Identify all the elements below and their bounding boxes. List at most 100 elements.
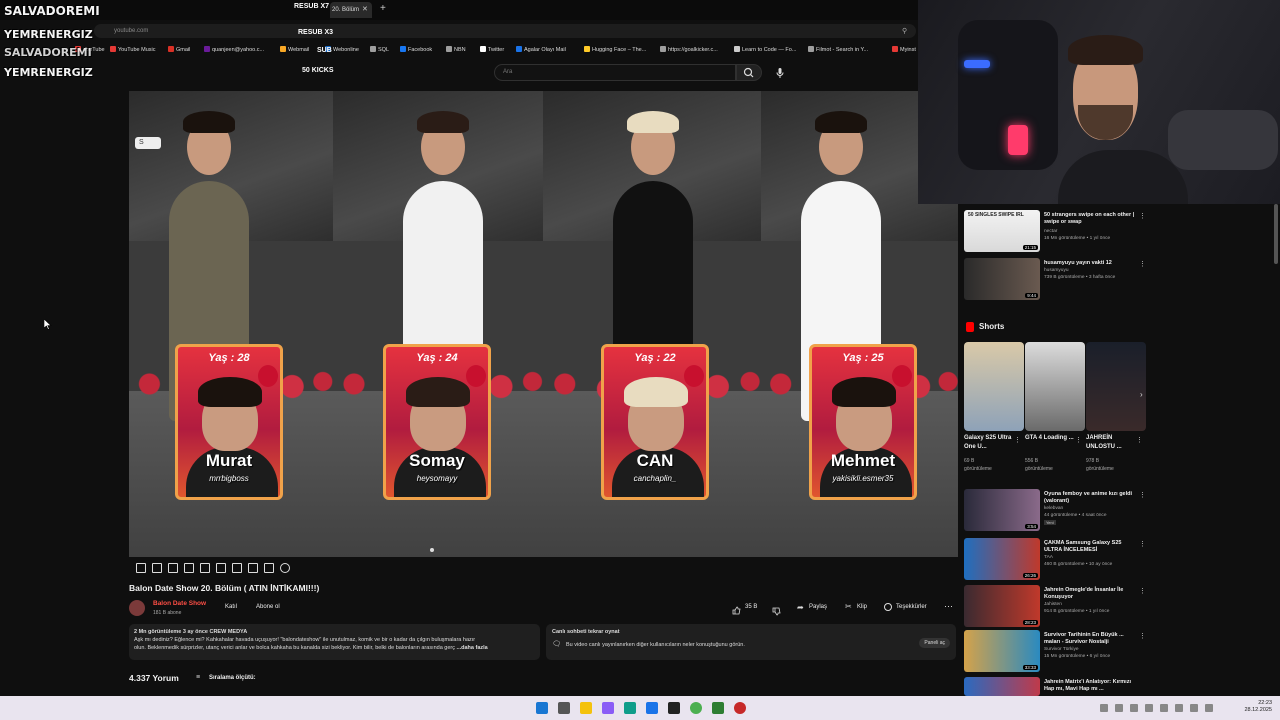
more-options-icon[interactable]: ⋮ [1139, 632, 1146, 640]
channel-name[interactable]: nectar [1044, 229, 1139, 235]
short-title[interactable]: Galaxy S25 Ultra One U... [964, 434, 1019, 452]
battery-icon[interactable] [1175, 704, 1183, 712]
loop-icon[interactable] [136, 563, 146, 573]
edge-icon[interactable] [624, 702, 636, 714]
bookmark-item[interactable]: Agalar Olayı Mail [516, 44, 566, 56]
video-thumbnail[interactable] [964, 677, 1040, 696]
bookmark-item[interactable]: Webmail [280, 44, 309, 56]
bookmark-item[interactable]: Learn to Code — Fo... [734, 44, 796, 56]
thanks-button[interactable]: Teşekkürler [896, 604, 927, 610]
video-thumbnail[interactable]: 9:44 [964, 258, 1040, 300]
network-icon[interactable] [1145, 704, 1153, 712]
bookmark-item[interactable]: YouTube Music [110, 44, 156, 56]
volume-icon[interactable] [1160, 704, 1168, 712]
subscribe-button[interactable]: Abone ol [256, 604, 280, 610]
thanks-icon[interactable] [884, 603, 892, 611]
address-bar[interactable]: youtube.com [94, 24, 916, 38]
share-button[interactable]: Paylaş [809, 604, 827, 610]
channel-avatar[interactable] [129, 600, 145, 616]
more-options-icon[interactable]: ⋮ [1136, 436, 1143, 444]
short-thumbnail[interactable] [1086, 342, 1146, 431]
video-thumbnail[interactable]: 28:23 [964, 585, 1040, 627]
short-title[interactable]: JAHREİN UNLOSTU ... [1086, 434, 1141, 452]
search-input[interactable]: Ara [494, 64, 736, 81]
short-title[interactable]: GTA 4 Loading ... [1025, 434, 1080, 443]
volume-icon[interactable] [152, 563, 162, 573]
miniplayer-icon[interactable] [184, 563, 194, 573]
new-tab-button[interactable]: + [380, 3, 386, 14]
more-options-icon[interactable]: ⋮ [1139, 212, 1146, 220]
close-tab-icon[interactable]: ✕ [362, 5, 368, 13]
store-icon[interactable] [646, 702, 658, 714]
video-title[interactable]: Oyuna femboy ve anime kızı geldi (valora… [1044, 491, 1136, 505]
sort-icon[interactable]: ≡ [196, 674, 200, 681]
more-actions-button[interactable]: ⋯ [944, 601, 953, 612]
dislike-icon[interactable] [772, 603, 781, 621]
bookmark-item[interactable]: Myinst [892, 44, 916, 56]
like-count[interactable]: 35 B [745, 604, 757, 610]
clip-button[interactable]: Klip [857, 604, 867, 610]
bookmark-item[interactable]: Gmail [168, 44, 190, 56]
copilot-icon[interactable] [602, 702, 614, 714]
windows-start-icon[interactable] [536, 702, 548, 714]
bookmark-item[interactable]: quanjeen@yahoo.c... [204, 44, 264, 56]
more-options-icon[interactable]: ⋮ [1014, 436, 1021, 444]
video-thumbnail[interactable]: 50 SINGLES SWIPE IRL 21:15 [964, 210, 1040, 252]
fullscreen-icon[interactable] [216, 563, 226, 573]
next-shorts-icon[interactable]: › [1140, 390, 1143, 399]
more-options-icon[interactable]: ⋮ [1139, 491, 1146, 499]
short-thumbnail[interactable] [964, 342, 1024, 431]
taskbar-clock[interactable]: 22:23 28.12.2025 [1226, 700, 1272, 714]
video-player[interactable]: Yaş : 28 Murat mrrbigboss Yaş : 24 Somay heys… [129, 91, 958, 557]
video-title[interactable]: Jahrein Omegle'de İnsanlar İle Konuşuyor [1044, 587, 1136, 601]
keyboard-icon[interactable] [1205, 704, 1213, 712]
file-explorer-icon[interactable] [580, 702, 592, 714]
obs-icon[interactable] [734, 702, 746, 714]
clip-icon[interactable]: ✂ [845, 602, 852, 611]
terminal-icon[interactable] [712, 702, 724, 714]
channel-name[interactable]: TAA [1044, 555, 1139, 561]
bookmark-item[interactable]: Filmot - Search in Y... [808, 44, 868, 56]
bookmark-item[interactable]: Twitter [480, 44, 504, 56]
microphone-icon[interactable] [775, 66, 785, 78]
share-icon[interactable]: ➦ [797, 603, 804, 612]
subtitles-icon[interactable] [168, 563, 178, 573]
chrome-icon[interactable] [690, 702, 702, 714]
search-icon[interactable] [558, 702, 570, 714]
more-options-icon[interactable]: ⋮ [1139, 587, 1146, 595]
sort-button[interactable]: Sıralama ölçütü: [209, 675, 256, 681]
like-icon[interactable] [732, 602, 741, 620]
join-button[interactable]: Katıl [225, 604, 237, 610]
video-thumbnail[interactable]: 26:26 [964, 538, 1040, 580]
video-title[interactable]: ÇAKMA Samsung Galaxy S25 ULTRA İNCELEMES… [1044, 540, 1136, 554]
description-box[interactable]: 2 Mn görüntüleme 3 ay önce CREW MEDYA Aş… [129, 624, 540, 660]
bookmark-item[interactable]: NBN [446, 44, 466, 56]
open-chat-button[interactable]: Paneli aç [919, 638, 950, 648]
cast-icon[interactable] [248, 563, 258, 573]
video-thumbnail[interactable]: 3:54 [964, 489, 1040, 531]
more-options-icon[interactable]: ⋮ [1139, 260, 1146, 268]
video-title[interactable]: 50 strangers swipe on each other | swipe… [1044, 212, 1136, 226]
search-button[interactable] [736, 64, 762, 81]
video-thumbnail[interactable]: 33:33 [964, 630, 1040, 672]
channel-name[interactable]: Balon Date Show [153, 600, 206, 607]
screenshot-icon[interactable] [264, 563, 274, 573]
short-thumbnail[interactable] [1025, 342, 1085, 431]
github-icon[interactable] [668, 702, 680, 714]
channel-name[interactable]: kelebvan [1044, 506, 1139, 512]
video-title[interactable]: Survivor Tarihinin En Büyük ... maları -… [1044, 632, 1136, 646]
app-tray-icon[interactable] [1130, 704, 1138, 712]
channel-name[interactable]: husamyuyu [1044, 268, 1139, 274]
scrollbar[interactable] [1274, 204, 1278, 264]
video-title[interactable]: husamyuyu yayın vakti 12 [1044, 260, 1136, 267]
more-options-icon[interactable]: ⋮ [1139, 540, 1146, 548]
speed-icon[interactable] [232, 563, 242, 573]
chevron-up-icon[interactable] [1100, 704, 1108, 712]
bookmark-item[interactable]: Hugging Face – The... [584, 44, 646, 56]
channel-name[interactable]: Jahisten [1044, 602, 1139, 608]
bookmark-item[interactable]: https://goalkicker.c... [660, 44, 718, 56]
bookmark-item[interactable]: Facebook [400, 44, 432, 56]
theater-icon[interactable] [200, 563, 210, 573]
video-title[interactable]: Jahrein Matrix'i Anlatıyor: Kırmızı Hap … [1044, 679, 1136, 693]
wifi-icon[interactable] [1190, 704, 1198, 712]
